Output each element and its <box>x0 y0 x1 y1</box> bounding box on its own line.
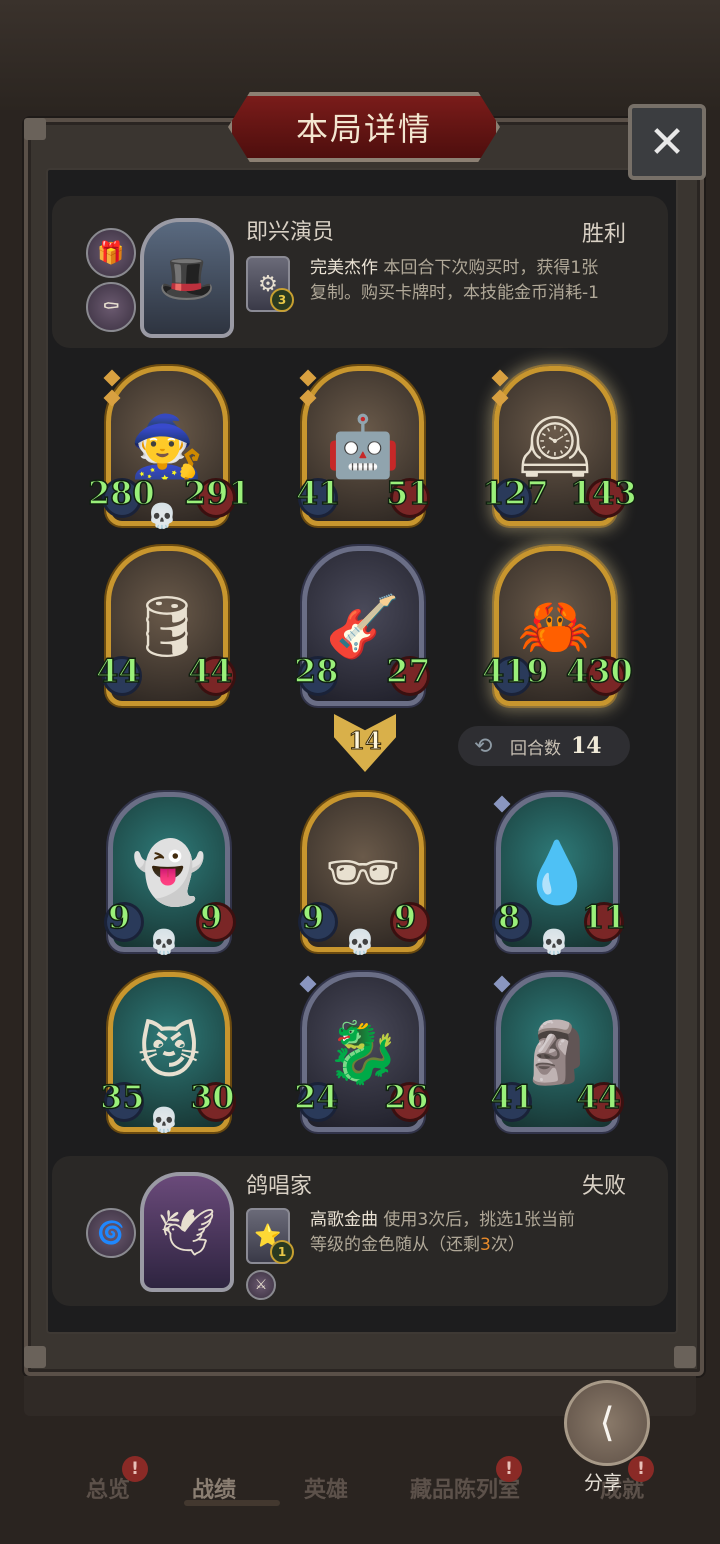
health-value: 9 <box>199 897 223 937</box>
alert-badge-icon: ! <box>122 1456 148 1482</box>
close-button[interactable]: ✕ <box>628 104 706 180</box>
hero-portrait-pigeon-singer[interactable]: 🕊 <box>140 1172 234 1292</box>
skill-level-badge: 1 <box>270 1240 294 1264</box>
skill-text-line2-end: 次） <box>490 1235 525 1255</box>
player-name: 鸽唱家 <box>246 1174 313 1199</box>
round-cycle-icon: ⟲ <box>474 733 493 759</box>
attack-value: 28 <box>293 651 339 691</box>
match-result: 失败 <box>582 1174 627 1199</box>
attack-value: 9 <box>301 897 325 937</box>
attack-value: 35 <box>99 1077 145 1117</box>
attack-value: 8 <box>497 897 521 937</box>
frame-corner <box>24 118 46 140</box>
attack-value: 41 <box>295 473 341 513</box>
skill-name: 完美杰作 <box>310 258 378 278</box>
round-value: 14 <box>571 733 602 759</box>
skill-text-line1: 本回合下次购买时，获得1张 <box>378 258 599 278</box>
attack-value: 9 <box>107 897 131 937</box>
hero-portrait-improviser[interactable]: 🎩 <box>140 218 234 338</box>
skull-icon: 💀 <box>149 928 179 956</box>
frame-corner <box>24 1346 46 1368</box>
skull-icon: 💀 <box>149 1106 179 1134</box>
attack-value: 44 <box>95 651 141 691</box>
share-label: 分享 <box>584 1472 623 1494</box>
health-value: 51 <box>385 473 431 513</box>
skill-text-line1: 使用3次后，挑选1张当前 <box>378 1210 576 1230</box>
nav-heroes[interactable]: 英雄 <box>304 1472 348 1504</box>
skill-description: 完美杰作 本回合下次购买时，获得1张 复制。购买卡牌时，本技能金币消耗-1 <box>310 256 640 306</box>
health-value: 11 <box>581 897 627 937</box>
title-banner: 本局详情 <box>228 92 500 162</box>
match-result: 胜利 <box>582 222 627 247</box>
close-icon: ✕ <box>648 116 686 168</box>
spirit-icon[interactable]: 🌀 <box>86 1208 136 1258</box>
health-value: 44 <box>575 1077 621 1117</box>
health-value: 430 <box>565 651 633 691</box>
health-value: 44 <box>187 651 233 691</box>
attack-value: 41 <box>489 1077 535 1117</box>
health-value: 30 <box>189 1077 235 1117</box>
active-tab-indicator <box>184 1500 280 1506</box>
round-counter: ⟲ 回合数 14 <box>458 726 630 766</box>
skill-remaining-count: 3 <box>480 1235 491 1255</box>
player-name: 即兴演员 <box>246 220 335 245</box>
health-value: 26 <box>383 1077 429 1117</box>
skull-icon: 💀 <box>147 502 177 530</box>
health-value: 27 <box>385 651 431 691</box>
skill-name: 高歌金曲 <box>310 1210 378 1230</box>
alert-badge-icon: ! <box>496 1456 522 1482</box>
crossed-swords-icon[interactable]: ⚔ <box>246 1270 276 1300</box>
health-value: 291 <box>183 473 251 513</box>
skill-text-line2: 等级的金色随从（还剩 <box>310 1235 480 1255</box>
skull-icon: 💀 <box>539 928 569 956</box>
coffin-icon[interactable]: ⚰ <box>86 282 136 332</box>
attack-value: 419 <box>481 651 549 691</box>
round-label: 回合数 <box>510 738 561 759</box>
skill-level-badge: 3 <box>270 288 294 312</box>
health-value: 143 <box>569 473 637 513</box>
alert-badge-icon: ! <box>628 1456 654 1482</box>
page-title: 本局详情 <box>295 110 432 148</box>
attack-value: 24 <box>293 1077 339 1117</box>
skill-description: 高歌金曲 使用3次后，挑选1张当前 等级的金色随从（还剩3次） <box>310 1208 640 1258</box>
skill-text-line2: 复制。购买卡牌时，本技能金币消耗-1 <box>310 283 599 303</box>
attack-value: 280 <box>87 473 155 513</box>
nav-overview[interactable]: 总览 <box>86 1472 130 1504</box>
frame-corner <box>674 1346 696 1368</box>
share-icon: ⟨ <box>599 1400 615 1446</box>
health-value: 9 <box>393 897 417 937</box>
skull-icon: 💀 <box>345 928 375 956</box>
share-button[interactable]: ⟨ <box>564 1380 650 1466</box>
gift-box-icon[interactable]: 🎁 <box>86 228 136 278</box>
attack-value: 127 <box>481 473 549 513</box>
